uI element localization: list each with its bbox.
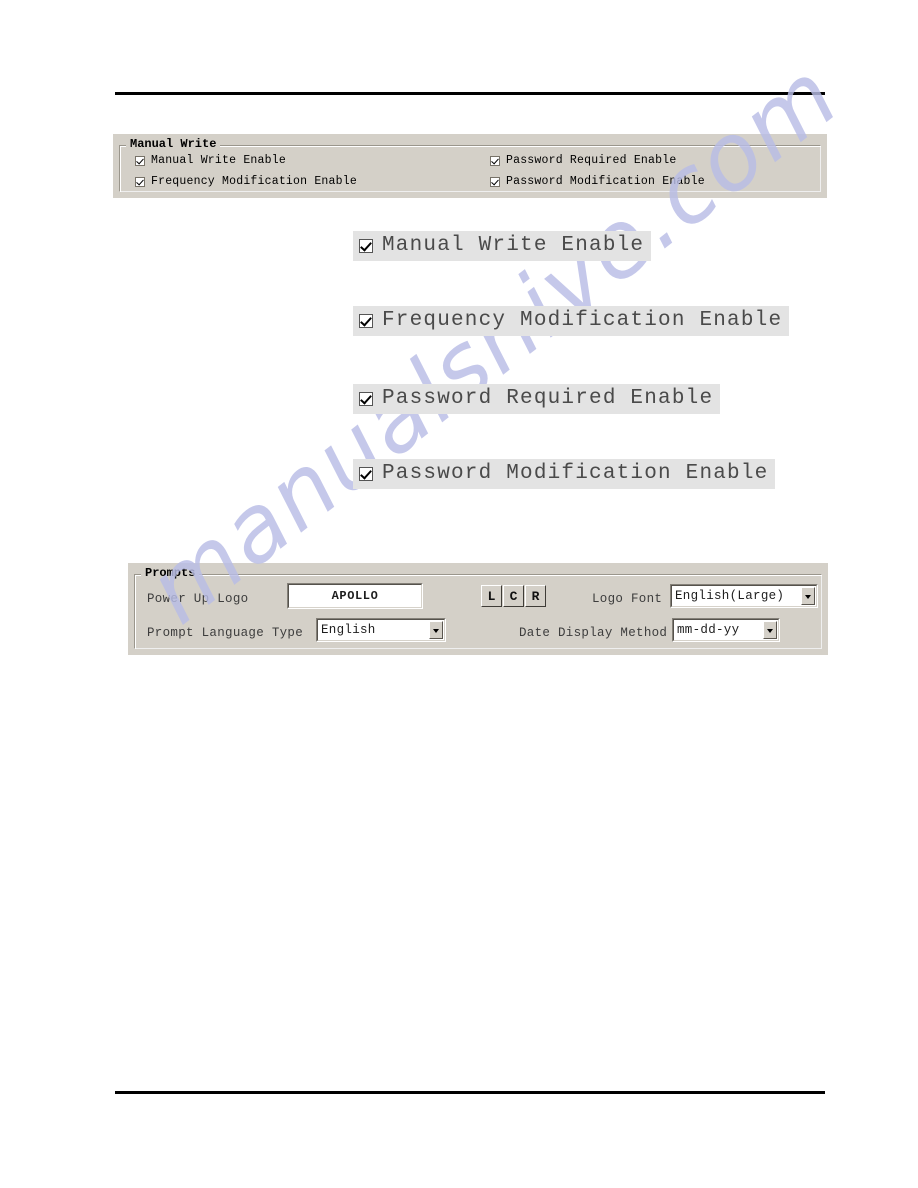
manual-write-group: Manual Write Manual Write Enable Frequen… [113, 134, 827, 198]
chevron-down-icon[interactable] [763, 621, 777, 639]
logo-font-label: Logo Font [592, 592, 663, 606]
power-up-logo-label: Power Up Logo [147, 592, 249, 606]
checkbox-row-password-modification-enable[interactable]: Password Modification Enable [490, 175, 705, 188]
manual-write-group-title: Manual Write [126, 137, 221, 151]
prompt-language-type-select[interactable]: English [316, 618, 446, 642]
checkbox-label: Frequency Modification Enable [151, 175, 357, 188]
footer-rule [115, 1091, 825, 1094]
checkbox-label: Password Required Enable [506, 154, 677, 167]
checkbox-checked-icon [359, 391, 373, 406]
checkbox-checked-icon[interactable] [490, 176, 500, 187]
callout-label: Password Required Enable [382, 387, 714, 410]
power-up-logo-input[interactable]: APOLLO [287, 583, 423, 609]
checkbox-checked-icon [359, 466, 373, 481]
header-rule [115, 92, 825, 95]
prompts-group-title: Prompts [141, 566, 200, 580]
power-up-logo-value: APOLLO [331, 589, 379, 603]
checkbox-label: Manual Write Enable [151, 154, 286, 167]
checkbox-row-password-required-enable[interactable]: Password Required Enable [490, 154, 676, 167]
logo-alignment-button-group: L C R [481, 585, 547, 607]
checkbox-checked-icon[interactable] [490, 155, 500, 166]
date-display-method-label: Date Display Method [519, 626, 668, 640]
logo-font-select[interactable]: English(Large) [670, 584, 818, 608]
callout-label: Frequency Modification Enable [382, 309, 783, 332]
checkbox-checked-icon [359, 238, 373, 253]
align-right-button[interactable]: R [525, 585, 546, 607]
align-center-button[interactable]: C [503, 585, 524, 607]
callout-password-modification-enable: Password Modification Enable [353, 459, 776, 489]
callout-frequency-modification-enable: Frequency Modification Enable [353, 306, 790, 336]
logo-font-value: English(Large) [675, 589, 785, 603]
chevron-down-icon[interactable] [801, 587, 815, 605]
date-display-method-select[interactable]: mm-dd-yy [672, 618, 780, 642]
chevron-down-icon[interactable] [429, 621, 443, 639]
callout-password-required-enable: Password Required Enable [353, 384, 721, 414]
callout-label: Password Modification Enable [382, 462, 769, 485]
callout-manual-write-enable: Manual Write Enable [353, 231, 652, 261]
prompt-language-type-value: English [321, 623, 376, 637]
checkbox-label: Password Modification Enable [506, 175, 705, 188]
callout-label: Manual Write Enable [382, 234, 645, 257]
checkbox-checked-icon[interactable] [135, 176, 145, 187]
align-left-button[interactable]: L [481, 585, 502, 607]
checkbox-row-manual-write-enable[interactable]: Manual Write Enable [135, 154, 286, 167]
date-display-method-value: mm-dd-yy [677, 623, 740, 637]
checkbox-row-frequency-modification-enable[interactable]: Frequency Modification Enable [135, 175, 357, 188]
checkbox-checked-icon [359, 313, 373, 328]
prompt-language-type-label: Prompt Language Type [147, 626, 304, 640]
checkbox-checked-icon[interactable] [135, 155, 145, 166]
